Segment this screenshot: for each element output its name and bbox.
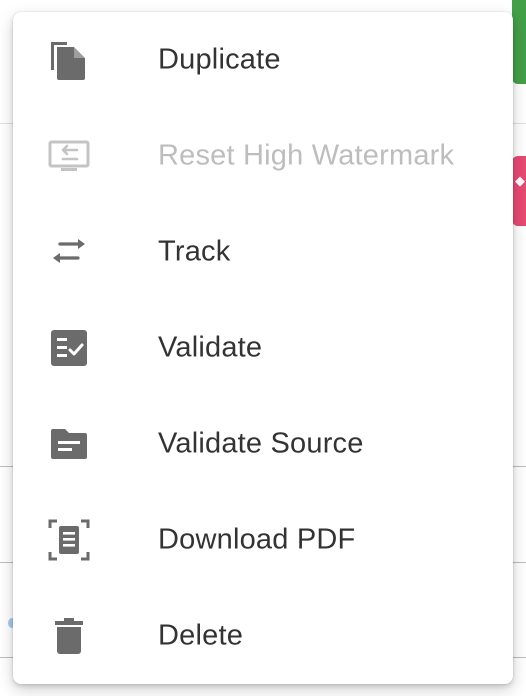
menu-item-label: Track — [158, 235, 231, 268]
menu-item-label: Validate Source — [158, 427, 364, 460]
track-arrows-icon — [47, 230, 91, 274]
tag-icon: ◆ — [515, 173, 525, 188]
reset-watermark-icon — [47, 134, 91, 178]
screen: ◆ Duplicate Reset High Watermark Track V… — [0, 0, 526, 696]
menu-item-reset-high-watermark: Reset High Watermark — [13, 108, 513, 204]
menu-item-label: Download PDF — [158, 523, 356, 556]
background-tag-button[interactable] — [512, 156, 526, 226]
menu-item-download-pdf[interactable]: Download PDF — [13, 492, 513, 588]
validate-checklist-icon — [47, 326, 91, 370]
document-frame-icon — [47, 518, 91, 562]
menu-item-track[interactable]: Track — [13, 204, 513, 300]
menu-item-label: Duplicate — [158, 43, 281, 76]
menu-item-validate[interactable]: Validate — [13, 300, 513, 396]
menu-item-duplicate[interactable]: Duplicate — [13, 12, 513, 108]
menu-item-label: Validate — [158, 331, 263, 364]
trash-icon — [47, 614, 91, 658]
menu-item-delete[interactable]: Delete — [13, 588, 513, 684]
menu-item-label: Reset High Watermark — [158, 139, 455, 172]
background-action-button[interactable] — [512, 0, 526, 84]
menu-item-label: Delete — [158, 619, 244, 652]
duplicate-icon — [47, 38, 91, 82]
context-menu: Duplicate Reset High Watermark Track Val… — [13, 12, 513, 684]
folder-icon — [47, 422, 91, 466]
menu-item-validate-source[interactable]: Validate Source — [13, 396, 513, 492]
